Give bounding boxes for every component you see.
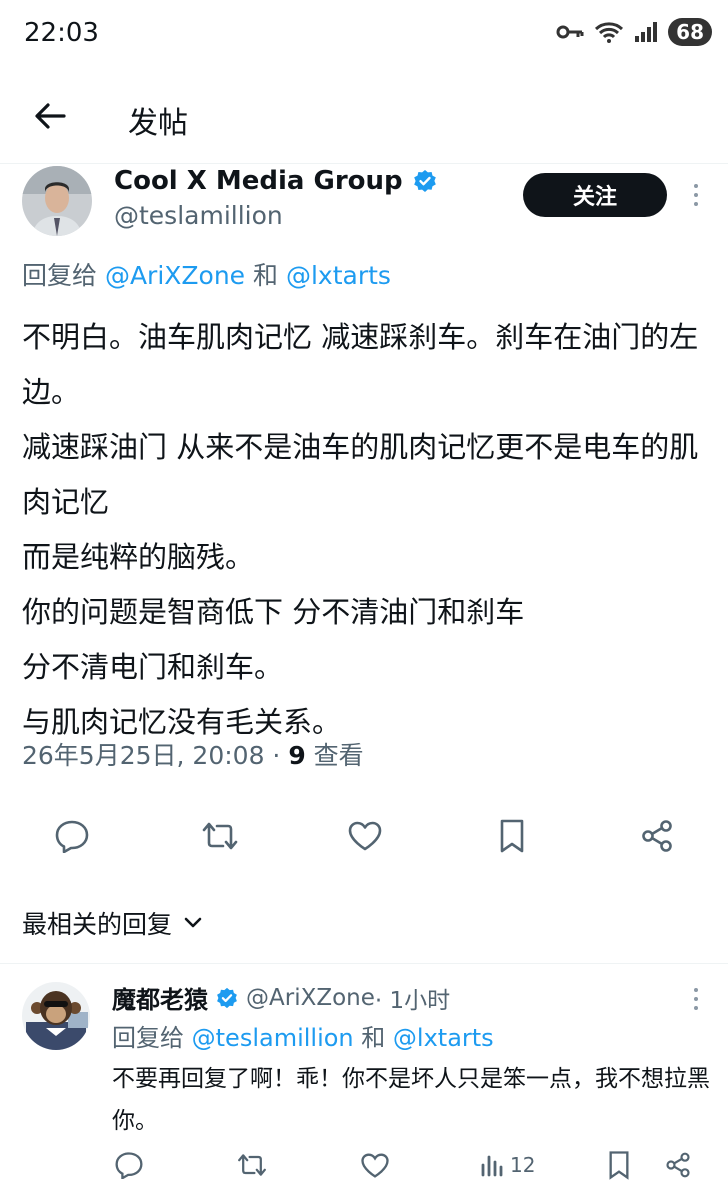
- reply-button[interactable]: [52, 816, 92, 856]
- views-icon: [481, 1155, 503, 1177]
- author-handle[interactable]: @teslamillion: [114, 201, 283, 230]
- reply-icon: [115, 1152, 143, 1179]
- author-name[interactable]: Cool X Media Group: [114, 166, 403, 196]
- battery-indicator: 68: [668, 18, 712, 46]
- header-divider: [0, 163, 728, 164]
- replies-section-title: 最相关的回复: [22, 910, 173, 939]
- like-icon: [361, 1152, 389, 1178]
- more-icon[interactable]: [689, 988, 703, 1010]
- wifi-icon: [595, 22, 624, 43]
- page-title: 发帖: [128, 106, 188, 141]
- more-icon[interactable]: [689, 184, 703, 206]
- retweet-icon: [202, 822, 238, 850]
- bookmark-button[interactable]: [492, 816, 532, 856]
- reply-body: 不要再回复了啊！乖！你不是坏人只是笨一点，我不想拉黑你。: [112, 1066, 710, 1134]
- author-name-row: Cool X Media Group: [114, 166, 437, 196]
- share-button[interactable]: [662, 1148, 694, 1182]
- verified-badge-icon: [217, 987, 237, 1008]
- mention-link[interactable]: @lxtarts: [393, 1024, 494, 1052]
- views-count: 9: [288, 741, 306, 770]
- post-body: 不明白。油车肌肉记忆 减速踩刹车。刹车在油门的左边。 减速踩油门 从来不是油车的…: [22, 320, 699, 739]
- share-icon: [642, 820, 672, 852]
- mention-link[interactable]: @teslamillion: [192, 1024, 354, 1052]
- post-timestamp: 26年5月25日, 20:08 ·: [22, 741, 289, 770]
- views-count: 12: [510, 1153, 536, 1177]
- vpn-key-icon: [556, 25, 584, 39]
- bookmark-icon: [609, 1151, 629, 1180]
- back-button[interactable]: [30, 96, 70, 136]
- signal-icon: [635, 22, 658, 42]
- reply-to-and: 和: [245, 261, 286, 290]
- mention-link[interactable]: @lxtarts: [286, 261, 391, 290]
- reply-time-ago: · 1小时: [374, 987, 451, 1014]
- reply-to-and: 和: [353, 1024, 393, 1052]
- retweet-button[interactable]: [234, 1148, 270, 1182]
- reply-author-row: 魔都老猿 @AriXZone · 1小时: [112, 980, 450, 1015]
- retweet-button[interactable]: [198, 816, 242, 856]
- views-button[interactable]: 12: [480, 1148, 535, 1182]
- reply-icon: [55, 820, 89, 853]
- reply-to-prefix: 回复给: [22, 261, 105, 290]
- mention-link[interactable]: @AriXZone: [105, 261, 245, 290]
- retweet-icon: [238, 1154, 266, 1176]
- follow-button[interactable]: 关注: [523, 173, 667, 217]
- status-icons: 68: [556, 18, 712, 46]
- author-avatar[interactable]: [22, 166, 92, 236]
- back-arrow-icon: [35, 103, 66, 129]
- verified-badge-icon: [413, 170, 436, 192]
- like-button[interactable]: [358, 1148, 392, 1182]
- reply-to-line: 回复给 @AriXZone 和 @lxtarts: [22, 256, 391, 292]
- like-button[interactable]: [345, 816, 385, 856]
- views-label: 查看: [305, 741, 364, 770]
- reply-avatar[interactable]: [22, 982, 90, 1050]
- chevron-down-icon: [184, 917, 202, 928]
- share-button[interactable]: [637, 816, 677, 856]
- section-divider: [0, 963, 728, 964]
- replies-sort-dropdown[interactable]: 最相关的回复: [22, 905, 202, 941]
- reply-button[interactable]: [112, 1148, 146, 1182]
- status-time: 22:03: [24, 18, 99, 48]
- reply-to-line: 回复给 @teslamillion 和 @lxtarts: [112, 1018, 494, 1053]
- bookmark-icon: [500, 819, 524, 853]
- share-icon: [666, 1152, 690, 1178]
- reply-to-prefix: 回复给: [112, 1024, 192, 1052]
- reply-author-handle[interactable]: @AriXZone: [246, 985, 375, 1011]
- like-icon: [348, 821, 382, 851]
- reply-author-name[interactable]: 魔都老猿: [112, 980, 208, 1015]
- post-meta: 26年5月25日, 20:08 · 9 查看: [22, 736, 364, 772]
- bookmark-button[interactable]: [604, 1148, 634, 1182]
